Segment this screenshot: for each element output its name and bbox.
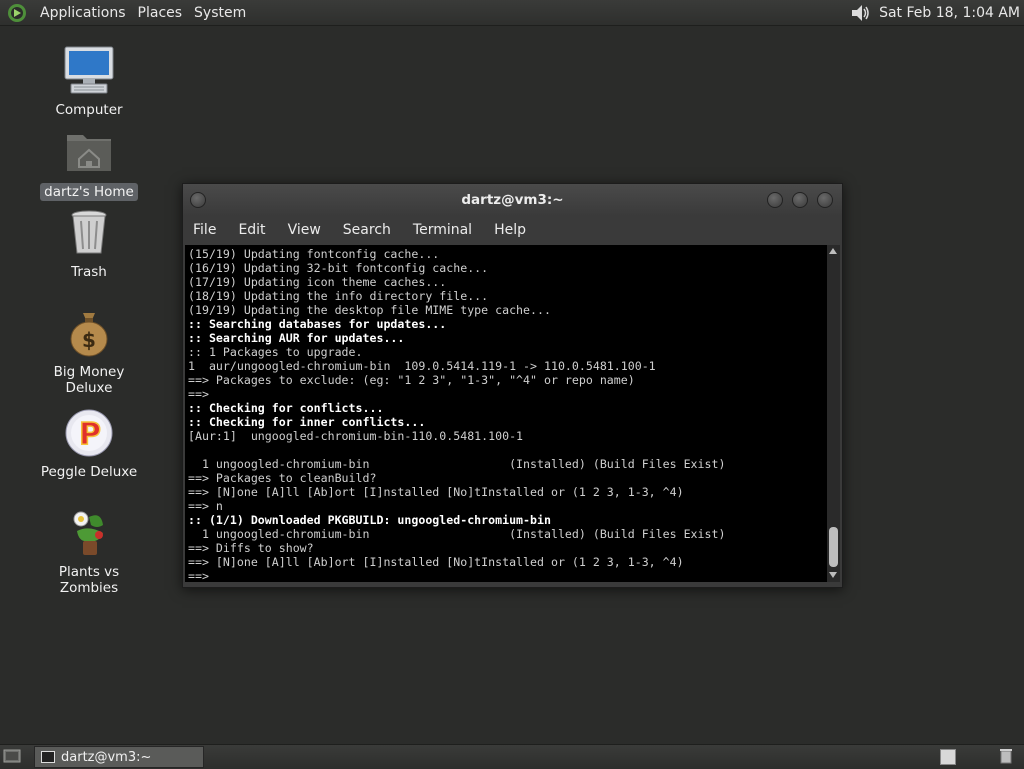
speaker-icon[interactable] (849, 2, 871, 24)
terminal-line: ==> [N]one [A]ll [Ab]ort [I]nstalled [No… (188, 485, 684, 499)
terminal-line: :: (1/1) Downloaded PKGBUILD: ungoogled-… (188, 513, 551, 527)
applications-menu[interactable]: Applications (34, 5, 132, 21)
gnome-foot-icon[interactable] (6, 2, 28, 24)
places-menu[interactable]: Places (132, 5, 189, 21)
window-title: dartz@vm3:~ (461, 192, 564, 208)
terminal-line: :: 1 Packages to upgrade. (188, 345, 363, 359)
terminal-line: ==> (188, 569, 209, 582)
desktop-icon-home[interactable]: dartz's Home (29, 127, 149, 201)
minimize-button[interactable] (767, 192, 783, 208)
terminal-line: ==> n (188, 499, 223, 513)
menu-search[interactable]: Search (332, 222, 402, 238)
terminal-window[interactable]: dartz@vm3:~ File Edit View Search Termin… (182, 183, 843, 588)
taskbar-item-label: dartz@vm3:~ (61, 749, 152, 765)
show-desktop-icon[interactable] (3, 748, 21, 764)
terminal-output[interactable]: (15/19) Updating fontconfig cache... (16/… (185, 245, 827, 582)
terminal-line: :: Searching databases for updates... (188, 317, 447, 331)
system-menu[interactable]: System (188, 5, 252, 21)
menu-help[interactable]: Help (483, 222, 537, 238)
terminal-line: :: Checking for inner conflicts... (188, 415, 426, 429)
menu-view[interactable]: View (277, 222, 332, 238)
clock[interactable]: Sat Feb 18, 1:04 AM (879, 5, 1020, 21)
desktop-icon-trash[interactable]: Trash (29, 207, 149, 281)
trash-applet-icon[interactable] (999, 748, 1013, 764)
terminal-line: ==> (188, 387, 209, 401)
peggle-icon: P (65, 409, 113, 457)
desktop-icon-big-money[interactable]: $ Big Money Deluxe (29, 307, 149, 397)
desktop-icon-label: Trash (71, 264, 107, 280)
desktop-icon-label: Computer (55, 102, 123, 118)
terminal-menubar: File Edit View Search Terminal Help (183, 216, 842, 244)
terminal-line: ==> [N]one [A]ll [Ab]ort [I]nstalled [No… (188, 555, 684, 569)
desktop-icon-label: Big Money Deluxe (53, 364, 125, 396)
computer-icon (64, 46, 114, 94)
home-folder-icon (67, 135, 111, 171)
terminal-line: (18/19) Updating the info directory file… (188, 289, 489, 303)
svg-text:$: $ (82, 328, 96, 352)
maximize-button[interactable] (792, 192, 808, 208)
plants-vs-zombies-icon (73, 511, 103, 555)
menu-file[interactable]: File (183, 222, 227, 238)
desktop-icon-label: Plants vs Zombies (58, 564, 120, 596)
terminal-line: ==> Diffs to show? (188, 541, 314, 555)
terminal-line: :: Searching AUR for updates... (188, 331, 405, 345)
taskbar-item-terminal[interactable]: dartz@vm3:~ (34, 746, 204, 768)
scroll-up-arrow-icon[interactable] (829, 248, 837, 254)
panel-right: Sat Feb 18, 1:04 AM (849, 2, 1020, 24)
terminal-line: [Aur:1] ungoogled-chromium-bin-110.0.548… (188, 429, 524, 443)
bottom-panel: dartz@vm3:~ (0, 744, 1024, 769)
terminal-line: (16/19) Updating 32-bit fontconfig cache… (188, 261, 489, 275)
menu-edit[interactable]: Edit (227, 222, 276, 238)
terminal-line: (17/19) Updating icon theme caches... (188, 275, 447, 289)
terminal-icon (41, 751, 55, 763)
top-panel: Applications Places System Sat Feb 18, 1… (0, 0, 1024, 26)
svg-text:P: P (79, 417, 101, 452)
terminal-line: :: Checking for conflicts... (188, 401, 384, 415)
desktop-icon-computer[interactable]: Computer (29, 45, 149, 119)
money-bag-icon: $ (70, 313, 108, 357)
menu-terminal[interactable]: Terminal (402, 222, 483, 238)
close-button[interactable] (817, 192, 833, 208)
scroll-down-arrow-icon[interactable] (829, 572, 837, 578)
terminal-line: ==> Packages to cleanBuild? (188, 471, 377, 485)
scrollbar[interactable] (827, 245, 840, 582)
desktop-icon-label: dartz's Home (40, 183, 138, 201)
terminal-line: (15/19) Updating fontconfig cache... (188, 247, 440, 261)
terminal-line: 1 ungoogled-chromium-bin (Installed) (Bu… (188, 457, 726, 471)
workspace-switcher[interactable] (940, 749, 956, 765)
terminal-line: 1 aur/ungoogled-chromium-bin 109.0.5414.… (188, 359, 656, 373)
terminal-line: 1 ungoogled-chromium-bin (Installed) (Bu… (188, 527, 726, 541)
terminal-line: (19/19) Updating the desktop file MIME t… (188, 303, 551, 317)
desktop-icon-pvz[interactable]: Plants vs Zombies (29, 507, 149, 597)
titlebar[interactable]: dartz@vm3:~ (183, 184, 842, 216)
desktop-icon-label: Peggle Deluxe (40, 464, 138, 480)
scrollbar-thumb[interactable] (829, 527, 838, 567)
trash-icon (71, 210, 107, 254)
terminal-line: ==> Packages to exclude: (eg: "1 2 3", "… (188, 373, 635, 387)
desktop-icon-peggle[interactable]: P Peggle Deluxe (29, 407, 149, 481)
